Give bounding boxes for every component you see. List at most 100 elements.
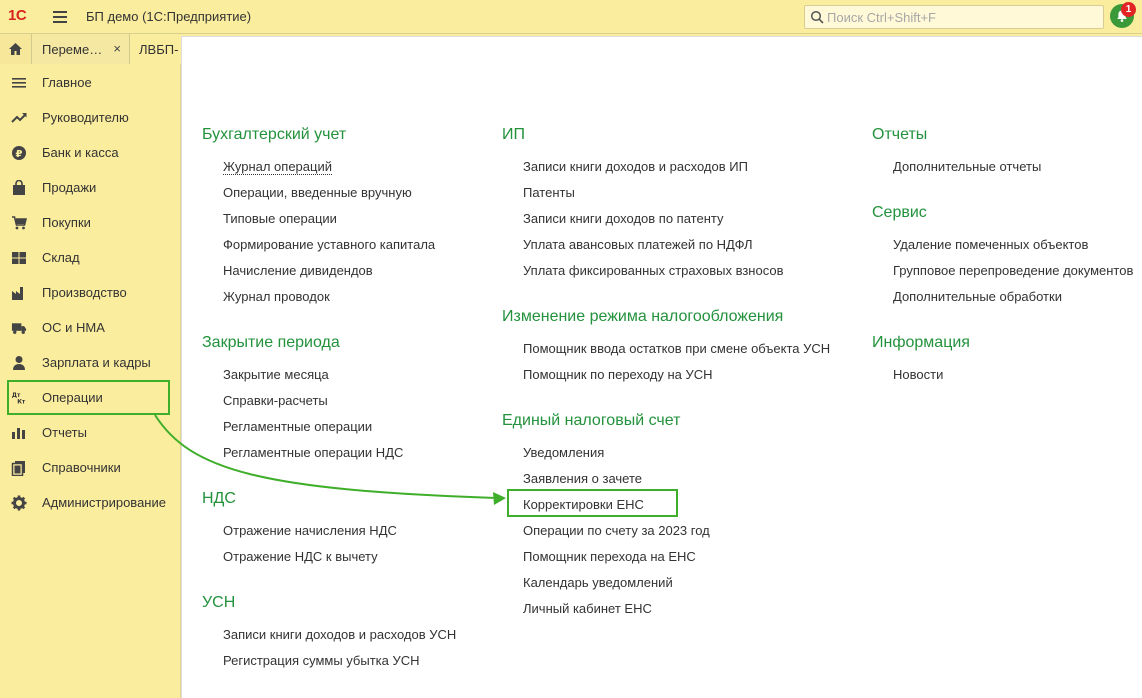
section-title-ens: Единый налоговый счет xyxy=(502,412,681,429)
sidebar: Главное Руководителю ₽ Банк и касса Прод… xyxy=(0,64,181,698)
link-routine-operations[interactable]: Регламентные операции xyxy=(223,419,372,434)
section-title-service: Сервис xyxy=(872,204,927,221)
link-additional-reports[interactable]: Дополнительные отчеты xyxy=(893,159,1041,174)
link-ens-personal-account[interactable]: Личный кабинет ЕНС xyxy=(523,601,652,616)
sidebar-item-label: Отчеты xyxy=(42,425,87,440)
sidebar-item-label: ОС и НМА xyxy=(42,320,105,335)
sidebar-item-director[interactable]: Руководителю xyxy=(0,100,181,135)
app-title: БП демо (1С:Предприятие) xyxy=(86,9,252,24)
link-manual-operations[interactable]: Операции, введенные вручную xyxy=(223,185,412,200)
section-title-ip: ИП xyxy=(502,126,525,143)
link-usn-balances-wizard[interactable]: Помощник ввода остатков при смене объект… xyxy=(523,341,830,356)
link-ens-transition-wizard[interactable]: Помощник перехода на ЕНС xyxy=(523,549,696,564)
person-icon xyxy=(11,355,27,371)
operations-highlight-frame xyxy=(7,380,170,415)
section-title-accounting: Бухгалтерский учет xyxy=(202,126,347,143)
app-logo[interactable]: 1С xyxy=(8,7,27,24)
sidebar-item-salary[interactable]: Зарплата и кадры xyxy=(0,345,181,380)
top-bar: 1С БП демо (1С:Предприятие) 1 xyxy=(0,0,1142,34)
ruble-icon: ₽ xyxy=(11,145,27,161)
notification-count-badge: 1 xyxy=(1121,2,1136,17)
sidebar-item-label: Администрирование xyxy=(42,495,166,510)
menu-icon-line xyxy=(53,16,67,18)
link-vat-accrual[interactable]: Отражение начисления НДС xyxy=(223,523,397,538)
link-notification-calendar[interactable]: Календарь уведомлений xyxy=(523,575,673,590)
factory-icon xyxy=(11,285,27,301)
sidebar-item-sales[interactable]: Продажи xyxy=(0,170,181,205)
section-title-vat: НДС xyxy=(202,490,236,507)
home-icon xyxy=(9,43,22,55)
link-fixed-insurance[interactable]: Уплата фиксированных страховых взносов xyxy=(523,263,783,278)
home-tab[interactable] xyxy=(0,34,32,64)
link-usn-book[interactable]: Записи книги доходов и расходов УСН xyxy=(223,627,456,642)
menu-icon-line xyxy=(53,21,67,23)
sidebar-item-label: Производство xyxy=(42,285,127,300)
link-account-operations-2023[interactable]: Операции по счету за 2023 год xyxy=(523,523,710,538)
section-title-closing: Закрытие периода xyxy=(202,334,340,351)
menu-icon xyxy=(11,75,27,91)
search-icon xyxy=(810,10,824,24)
sidebar-item-main[interactable]: Главное xyxy=(0,65,181,100)
search-input[interactable] xyxy=(827,6,1099,28)
sidebar-item-label: Покупки xyxy=(42,215,91,230)
link-additional-processing[interactable]: Дополнительные обработки xyxy=(893,289,1062,304)
sidebar-item-label: Продажи xyxy=(42,180,97,195)
sidebar-item-references[interactable]: Справочники xyxy=(0,450,181,485)
tab-label: ЛВБП- xyxy=(139,41,179,57)
tab-moves[interactable]: Переме… × xyxy=(32,34,130,64)
cart-icon xyxy=(11,215,27,231)
sidebar-item-label: Банк и касса xyxy=(42,145,119,160)
link-usn-transition-wizard[interactable]: Помощник по переходу на УСН xyxy=(523,367,713,382)
sidebar-item-label: Справочники xyxy=(42,460,121,475)
link-calc-certificates[interactable]: Справки-расчеты xyxy=(223,393,328,408)
link-vat-deduction[interactable]: Отражение НДС к вычету xyxy=(223,549,378,564)
link-delete-marked[interactable]: Удаление помеченных объектов xyxy=(893,237,1088,252)
sidebar-item-administration[interactable]: Администрирование xyxy=(0,485,181,520)
sidebar-item-label: Руководителю xyxy=(42,110,129,125)
link-typical-operations[interactable]: Типовые операции xyxy=(223,211,337,226)
link-capital-formation[interactable]: Формирование уставного капитала xyxy=(223,237,435,252)
ens-adjustments-highlight-frame xyxy=(507,489,678,517)
grid-icon xyxy=(11,250,27,266)
link-ndfl-advances[interactable]: Уплата авансовых платежей по НДФЛ xyxy=(523,237,753,252)
sidebar-item-bank[interactable]: ₽ Банк и касса xyxy=(0,135,181,170)
link-entries-journal[interactable]: Журнал проводок xyxy=(223,289,330,304)
section-title-info: Информация xyxy=(872,334,970,351)
section-title-usn: УСН xyxy=(202,594,236,611)
main-menu-button[interactable] xyxy=(46,4,74,30)
link-ip-book[interactable]: Записи книги доходов и расходов ИП xyxy=(523,159,748,174)
close-icon[interactable]: × xyxy=(113,41,121,56)
link-month-close[interactable]: Закрытие месяца xyxy=(223,367,329,382)
link-batch-reposting[interactable]: Групповое перепроведение документов xyxy=(893,263,1133,278)
sidebar-item-reports[interactable]: Отчеты xyxy=(0,415,181,450)
sidebar-item-label: Склад xyxy=(42,250,80,265)
link-routine-vat[interactable]: Регламентные операции НДС xyxy=(223,445,403,460)
link-patent-book[interactable]: Записи книги доходов по патенту xyxy=(523,211,723,226)
tab-lvbp[interactable]: ЛВБП- xyxy=(130,34,182,64)
link-offset-applications[interactable]: Заявления о зачете xyxy=(523,471,642,486)
link-operations-journal[interactable]: Журнал операций xyxy=(223,159,332,175)
sidebar-item-label: Зарплата и кадры xyxy=(42,355,151,370)
books-icon xyxy=(11,460,27,476)
trend-icon xyxy=(11,110,27,126)
tab-label: Переме… xyxy=(42,41,103,57)
section-title-reports: Отчеты xyxy=(872,126,928,143)
truck-icon xyxy=(11,320,27,336)
link-usn-loss[interactable]: Регистрация суммы убытка УСН xyxy=(223,653,420,668)
sidebar-item-label: Главное xyxy=(42,75,92,90)
sidebar-item-warehouse[interactable]: Склад xyxy=(0,240,181,275)
link-notifications[interactable]: Уведомления xyxy=(523,445,604,460)
sidebar-item-purchases[interactable]: Покупки xyxy=(0,205,181,240)
bag-icon xyxy=(11,180,27,196)
link-dividends[interactable]: Начисление дивидендов xyxy=(223,263,373,278)
link-news[interactable]: Новости xyxy=(893,367,943,382)
search-box[interactable] xyxy=(804,5,1104,29)
sidebar-item-fixed-assets[interactable]: ОС и НМА xyxy=(0,310,181,345)
menu-icon-line xyxy=(53,11,67,13)
link-patents[interactable]: Патенты xyxy=(523,185,575,200)
section-title-tax-mode: Изменение режима налогообложения xyxy=(502,308,784,325)
chart-icon xyxy=(11,425,27,441)
gear-icon xyxy=(11,495,27,511)
sidebar-item-production[interactable]: Производство xyxy=(0,275,181,310)
svg-text:₽: ₽ xyxy=(16,149,23,160)
